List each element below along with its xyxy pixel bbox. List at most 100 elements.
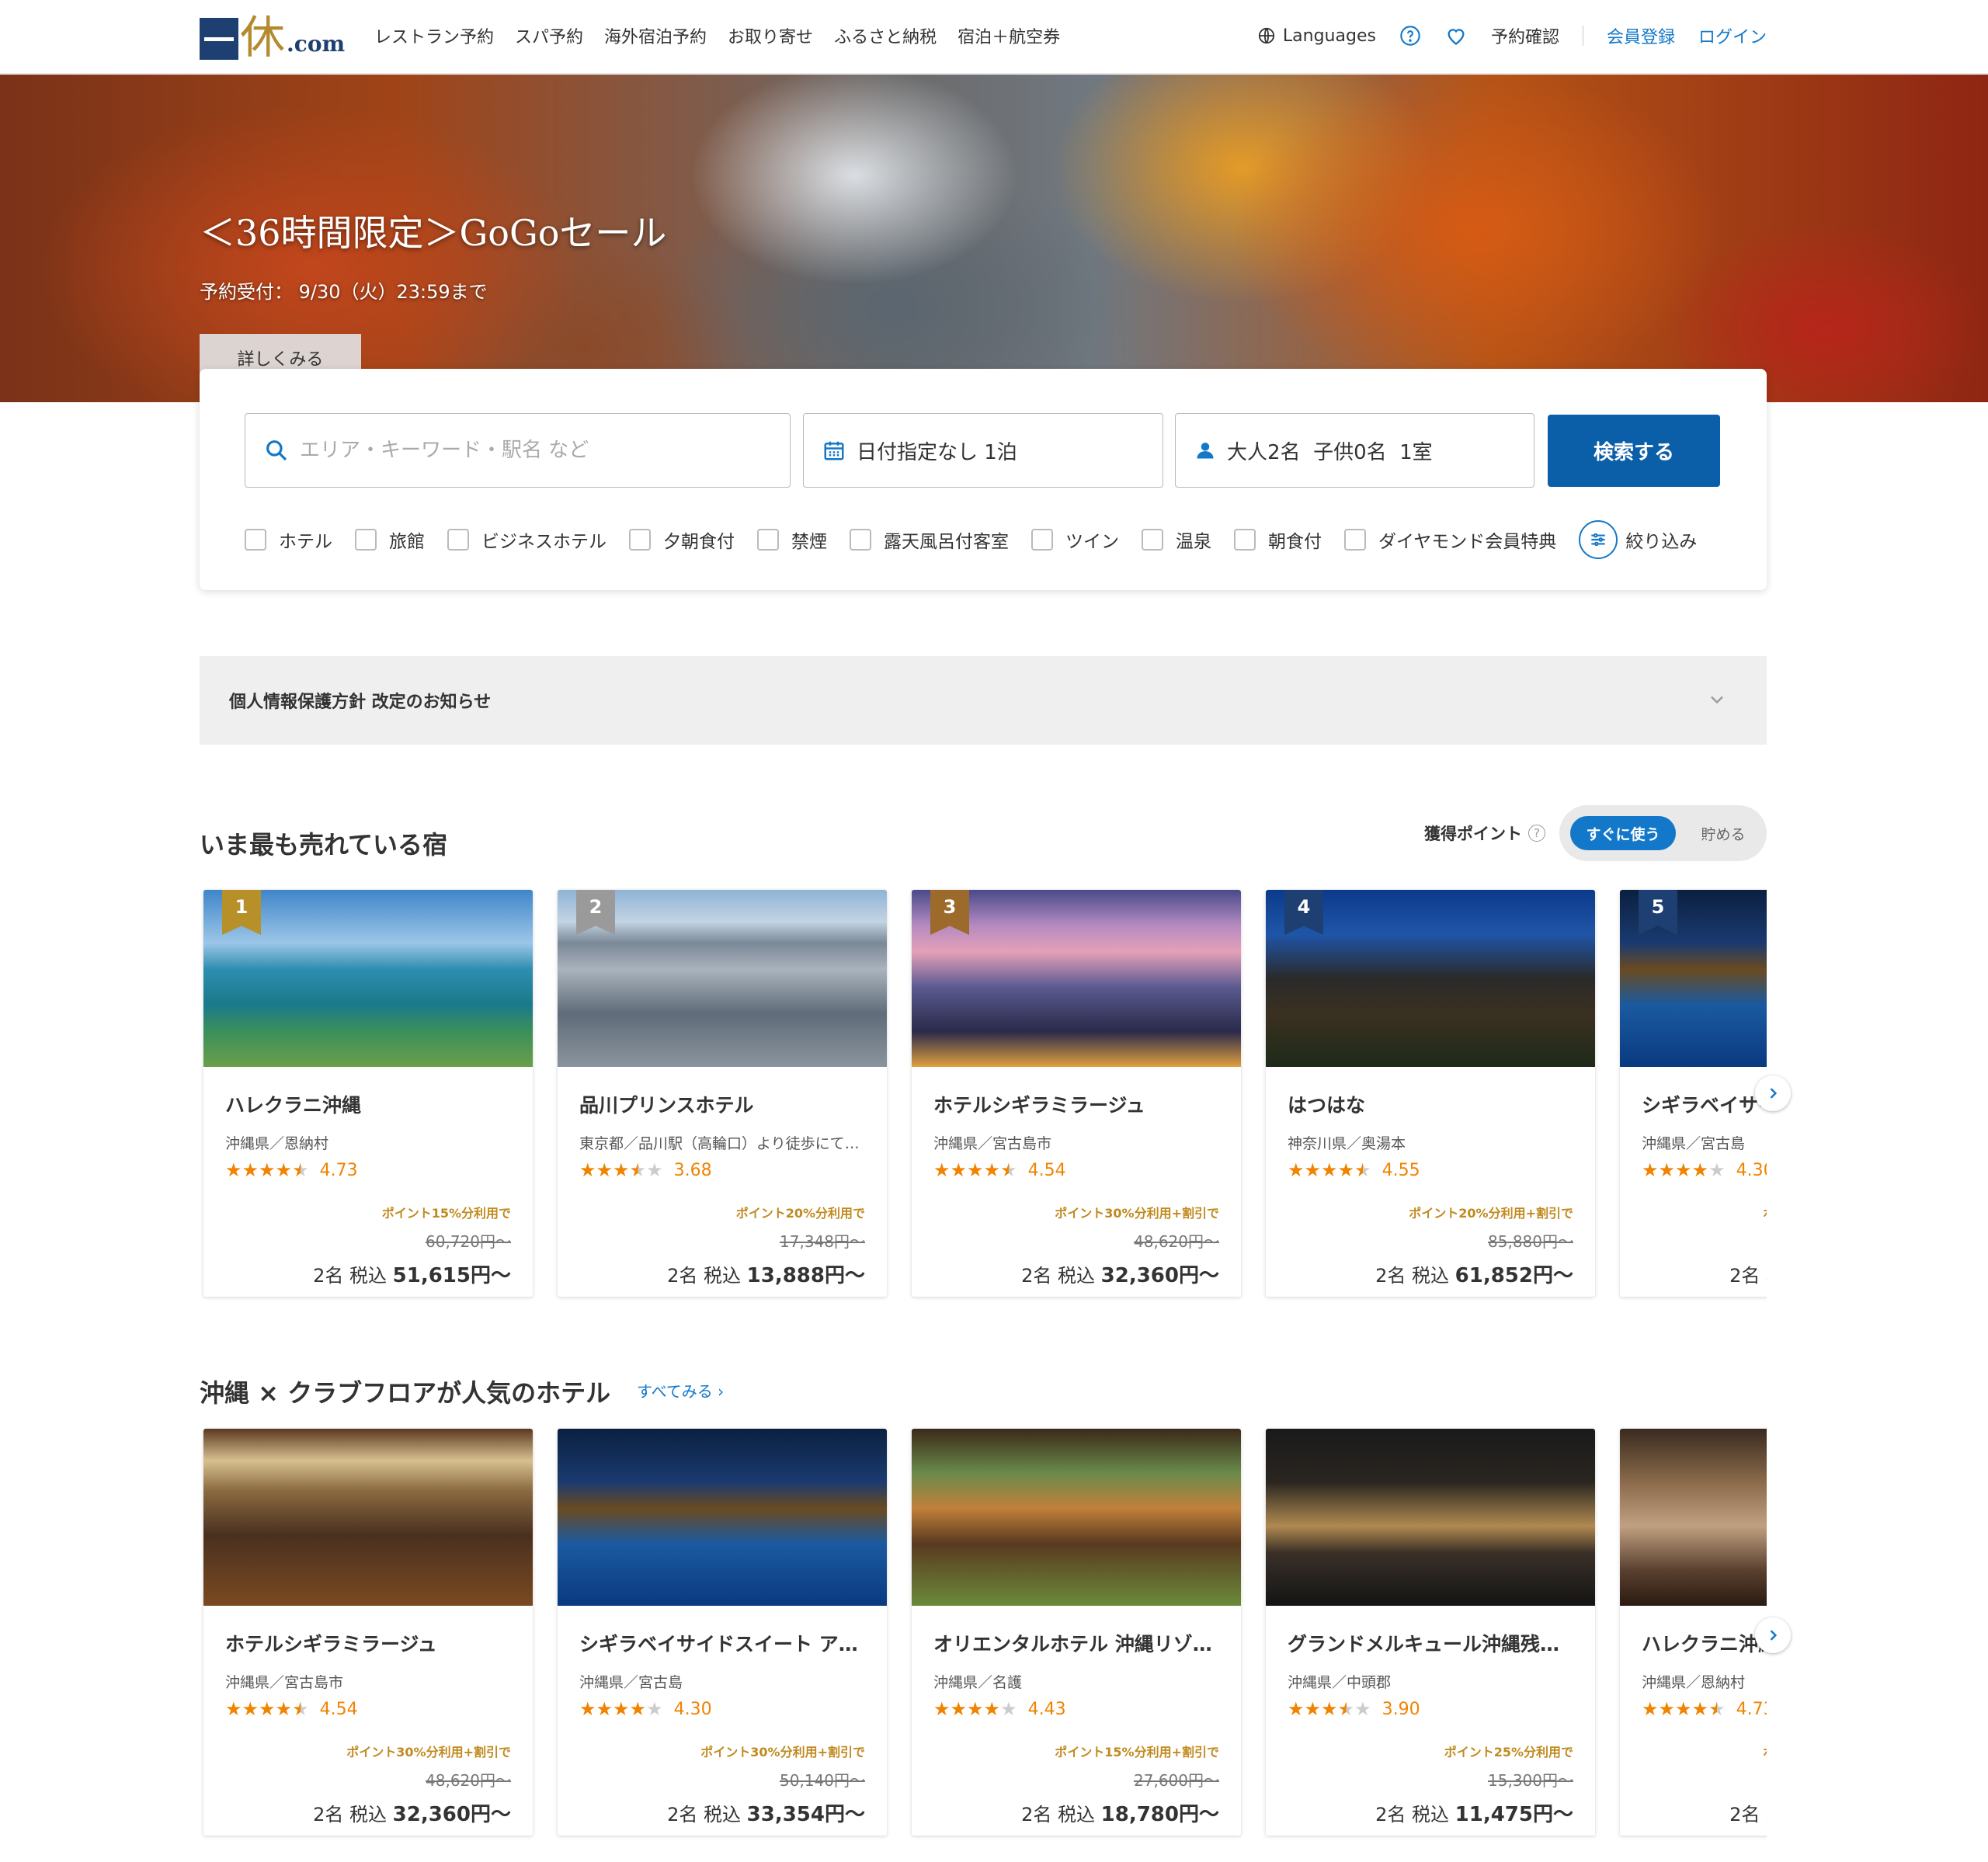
- hotel-card[interactable]: オリエンタルホテル 沖縄リゾ… 沖縄県／名護 ★★★★★ 4.43 ポイント15%分利用…: [912, 1429, 1241, 1836]
- use-now-option[interactable]: すぐに使う: [1570, 816, 1676, 850]
- favorites-button[interactable]: [1444, 25, 1468, 47]
- filter-label: 温泉: [1176, 532, 1211, 552]
- hotel-card[interactable]: グランドメルキュール沖縄残波… 沖縄県／中頭郡 ★★★★★ 3.90 ポイント25%分利…: [1266, 1429, 1595, 1836]
- price-guests: 2名 税込: [667, 1804, 747, 1826]
- rating-score: 4.73: [319, 1160, 358, 1180]
- nav-gourmet-delivery[interactable]: お取り寄せ: [728, 23, 813, 48]
- search-button[interactable]: 検索する: [1548, 415, 1720, 487]
- languages-button[interactable]: Languages: [1258, 26, 1376, 46]
- hotel-card[interactable]: 1 ハレクラニ沖縄 沖縄県／恩納村 ★★★★★ 4.73 ポイント15%分利用で 60,72…: [203, 890, 533, 1297]
- date-field[interactable]: 日付指定なし 1泊: [803, 413, 1163, 488]
- hotel-name: ハレクラニ沖縄: [225, 1094, 362, 1117]
- rating: ★★★★★ 4.30: [579, 1698, 865, 1720]
- narrow-down-button[interactable]: 絞り込み: [1579, 520, 1697, 559]
- hotel-card[interactable]: ホテルシギラミラージュ 沖縄県／宮古島市 ★★★★★ 4.54 ポイント30%分利用+割…: [203, 1429, 533, 1836]
- login-link[interactable]: ログイン: [1698, 23, 1767, 48]
- price-guests: 2名 税込: [1021, 1804, 1101, 1826]
- filter-checkbox[interactable]: ツイン: [1031, 526, 1119, 553]
- checkbox-box[interactable]: [245, 529, 266, 551]
- heart-icon: [1448, 29, 1465, 45]
- hotel-image[interactable]: 5: [1620, 890, 1767, 1067]
- privacy-notice[interactable]: 個人情報保護方針 改定のお知らせ: [200, 656, 1767, 745]
- star-rating-icon: ★★★★★: [225, 1698, 309, 1720]
- guest-field[interactable]: 大人2名 子供0名 1室: [1175, 413, 1534, 488]
- help-icon: [1400, 26, 1420, 46]
- date-value: 日付指定なし 1泊: [857, 440, 1017, 464]
- price: 2名 税込 32,360円〜: [912, 1259, 1219, 1288]
- checkbox-box[interactable]: [757, 529, 779, 551]
- star-rating-icon: ★★★★★: [225, 1159, 309, 1181]
- checkbox-box[interactable]: [629, 529, 651, 551]
- checkbox-box[interactable]: [447, 529, 469, 551]
- checkbox-box[interactable]: [355, 529, 377, 551]
- hotel-card[interactable]: 3 ホテルシギラミラージュ 沖縄県／宮古島市 ★★★★★ 4.54 ポイント30%分利用+…: [912, 890, 1241, 1297]
- carousel-next-button[interactable]: [1755, 1075, 1791, 1111]
- calendar-icon: [824, 441, 844, 460]
- checkbox-box[interactable]: [1142, 529, 1163, 551]
- see-all-link[interactable]: すべてみる ›: [637, 1379, 724, 1402]
- checkbox-box[interactable]: [1031, 529, 1053, 551]
- site-logo[interactable]: 休 .com: [200, 13, 345, 60]
- hotel-image[interactable]: [1620, 1429, 1767, 1606]
- rating: ★★★★★ 4.54: [933, 1159, 1219, 1181]
- main-nav: レストラン予約 スパ予約 海外宿泊予約 お取り寄せ ふるさと納税 宿泊＋航空券: [374, 23, 1060, 48]
- points-note: ポイント25%分利用で: [1444, 1745, 1573, 1760]
- original-price: 60,720円〜: [1620, 1768, 1767, 1791]
- keyword-input[interactable]: [300, 439, 766, 462]
- help-button[interactable]: [1399, 25, 1421, 47]
- hotel-card[interactable]: シギラベイサイドスイート ア… 沖縄県／宮古島 ★★★★★ 4.30 ポイント30%分利…: [558, 1429, 887, 1836]
- hotel-image[interactable]: 1: [203, 890, 533, 1067]
- nav-spa[interactable]: スパ予約: [515, 23, 583, 48]
- carousel-next-button-2[interactable]: [1755, 1617, 1791, 1653]
- checkbox-box[interactable]: [1344, 529, 1366, 551]
- checkbox-box[interactable]: [850, 529, 871, 551]
- hotel-card[interactable]: 4 はつはな 神奈川県／奥湯本 ★★★★★ 4.55 ポイント20%分利用+割引で 85,8…: [1266, 890, 1595, 1297]
- rank-badge: 2: [576, 890, 615, 935]
- keyword-field[interactable]: [245, 413, 791, 488]
- points-note: ポイント15%分利用で: [381, 1206, 511, 1221]
- filter-checkbox[interactable]: 旅館: [355, 526, 425, 553]
- points-toggle[interactable]: すぐに使う 貯める: [1559, 805, 1767, 861]
- nav-restaurant[interactable]: レストラン予約: [374, 23, 494, 48]
- filter-checkbox[interactable]: ホテル: [245, 526, 332, 553]
- filter-checkbox[interactable]: 露天風呂付客室: [850, 526, 1009, 553]
- points-note: ポイント30%分利用+割引で: [346, 1745, 511, 1760]
- hotel-location: 神奈川県／奥湯本: [1288, 1135, 1406, 1152]
- hotel-location: 沖縄県／宮古島: [579, 1674, 683, 1691]
- nav-overseas[interactable]: 海外宿泊予約: [604, 23, 707, 48]
- filter-checkbox[interactable]: 温泉: [1142, 526, 1211, 553]
- hotel-card[interactable]: 5 シギラベイサイドスイート アラマンダ沖縄県／宮古島 ★★★★★ 4.30 ポイント3…: [1620, 890, 1767, 1297]
- register-link[interactable]: 会員登録: [1607, 23, 1675, 48]
- hotel-image[interactable]: [558, 1429, 887, 1606]
- hero-banner[interactable]: ＜36時間限定＞GoGoセール 予約受付： 9/30（火）23:59まで 詳しく…: [0, 75, 1988, 402]
- nav-hotel-flight[interactable]: 宿泊＋航空券: [958, 23, 1060, 48]
- filter-checkbox[interactable]: ビジネスホテル: [447, 526, 606, 553]
- filter-checkbox[interactable]: 朝食付: [1234, 526, 1322, 553]
- hotel-image[interactable]: 4: [1266, 890, 1595, 1067]
- filter-checkbox[interactable]: 禁煙: [757, 526, 827, 553]
- hotel-image[interactable]: [912, 1429, 1241, 1606]
- hotel-image[interactable]: 2: [558, 890, 887, 1067]
- hotel-card[interactable]: ハレクラニ沖縄沖縄県／恩納村 ★★★★★ 4.73 ポイント15%分利用+割引で 60,…: [1620, 1429, 1767, 1836]
- hotel-image[interactable]: 3: [912, 890, 1241, 1067]
- hotel-image[interactable]: [203, 1429, 533, 1606]
- save-option[interactable]: 貯める: [1690, 816, 1757, 850]
- points-label: 獲得ポイント: [1424, 825, 1522, 843]
- person-icon: [1197, 443, 1214, 459]
- filter-checkbox[interactable]: 夕朝食付: [629, 526, 735, 553]
- price: 2名 税込 32,360円〜: [203, 1798, 511, 1827]
- points-help-icon[interactable]: ?: [1528, 825, 1545, 842]
- checkbox-box[interactable]: [1234, 529, 1256, 551]
- hotel-card[interactable]: 2 品川プリンスホテル 東京都／品川駅（高輪口）より徒歩にて… ★★★★★ 3.68 ポイ…: [558, 890, 887, 1297]
- reservation-check-link[interactable]: 予約確認: [1491, 23, 1559, 48]
- rank-badge: 3: [930, 890, 969, 935]
- hotel-image[interactable]: [1266, 1429, 1595, 1606]
- hotel-location: 東京都／品川駅（高輪口）より徒歩にて…: [579, 1135, 860, 1152]
- filter-checkbox[interactable]: ダイヤモンド会員特典: [1344, 526, 1556, 553]
- price-guests: 2名 税込: [1729, 1265, 1767, 1287]
- sliders-icon: [1579, 520, 1618, 559]
- price: 2名 税込 13,888円〜: [558, 1259, 865, 1288]
- hotel-location: 沖縄県／宮古島市: [933, 1135, 1052, 1152]
- hotel-location: 沖縄県／宮古島市: [225, 1674, 344, 1691]
- nav-furusato[interactable]: ふるさと納税: [834, 23, 937, 48]
